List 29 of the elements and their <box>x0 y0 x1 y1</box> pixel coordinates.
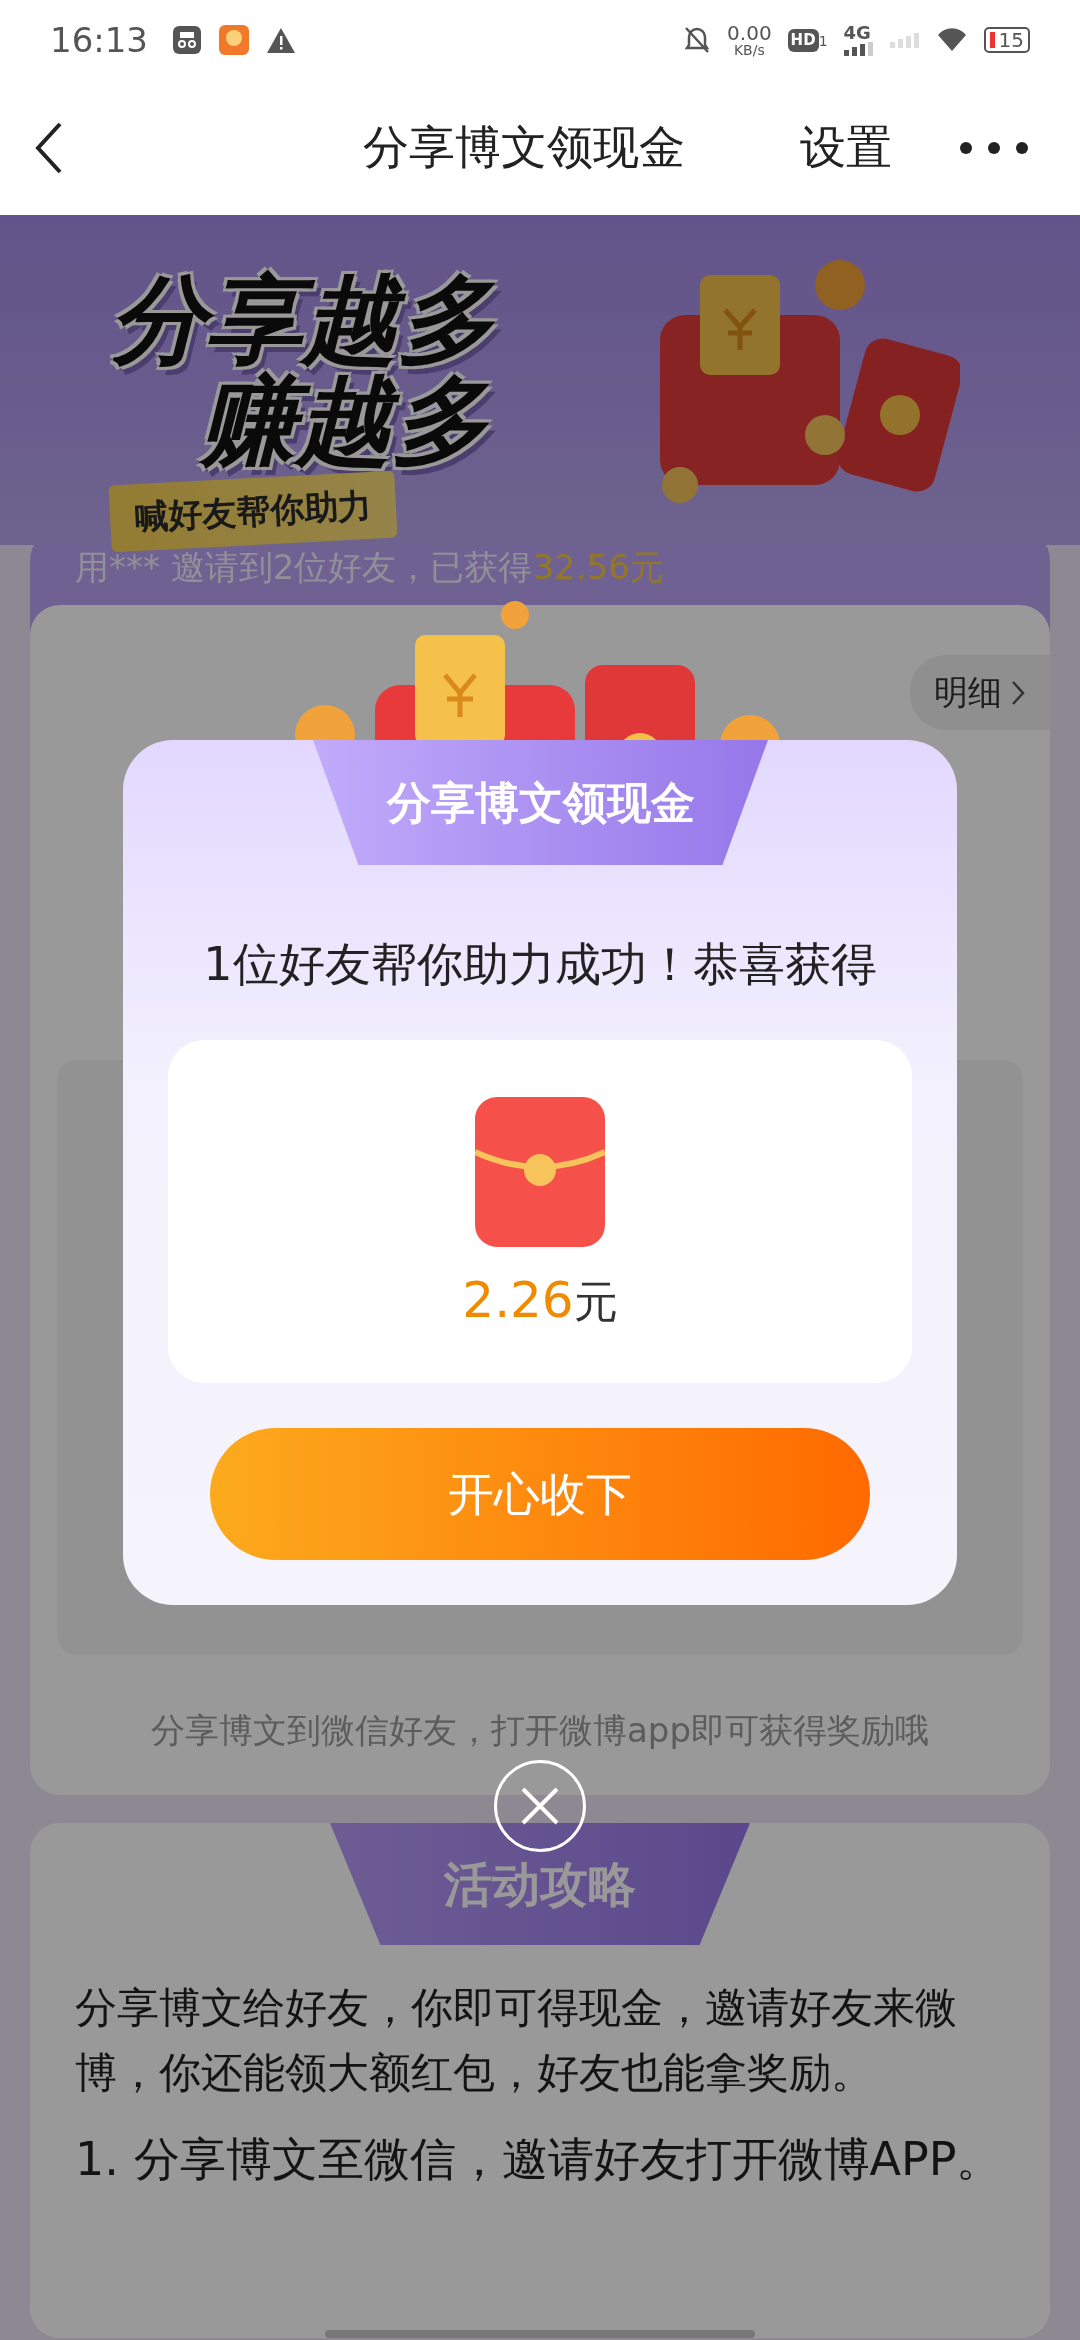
banner-tag: 喊好友帮你助力 <box>108 470 398 553</box>
app-icon <box>218 24 250 56</box>
dialog-title: 分享博文领现金 <box>313 740 768 865</box>
net-speed-unit: KB/s <box>733 43 765 57</box>
banner-headline: 分享越多 <box>110 270 494 371</box>
close-button[interactable] <box>494 1760 586 1852</box>
bell-off-icon <box>683 25 712 55</box>
settings-link[interactable]: 设置 <box>800 113 892 182</box>
sim-slot: 1 <box>818 30 828 52</box>
more-icon <box>960 141 1028 154</box>
wifi-icon <box>935 27 968 53</box>
status-time: 16:13 <box>50 18 148 62</box>
net-speed: 0.00 <box>727 23 772 43</box>
details-button[interactable]: 明细 <box>910 655 1050 730</box>
signal-icon <box>843 42 874 56</box>
page-title: 分享博文领现金 <box>363 119 685 176</box>
banner-headline: 赚越多 <box>200 370 488 472</box>
dialog-message: 1位好友帮你助力成功！恭喜获得 <box>202 936 878 993</box>
more-button[interactable] <box>960 141 1028 154</box>
reward-amount: 2.26元 <box>462 1270 618 1331</box>
guide-paragraph: 分享博文给好友，你即可得现金，邀请好友来微博，你还能领大额红包，好友也能拿奖励。 <box>75 1982 958 2100</box>
section-title: 活动攻略 <box>330 1823 750 1945</box>
guide-paragraph: 1. 分享博文至微信，邀请好友打开微博APP。 <box>75 2131 1004 2189</box>
network-type: 4G <box>843 24 872 42</box>
envelope-icon <box>475 1097 605 1247</box>
signal-icon <box>889 32 920 48</box>
share-hint: 分享博文到微信好友，打开微博app即可获得奖励哦 <box>151 1709 929 1752</box>
battery-indicator: 15 <box>983 27 1030 53</box>
hd-badge: HD <box>787 28 819 52</box>
